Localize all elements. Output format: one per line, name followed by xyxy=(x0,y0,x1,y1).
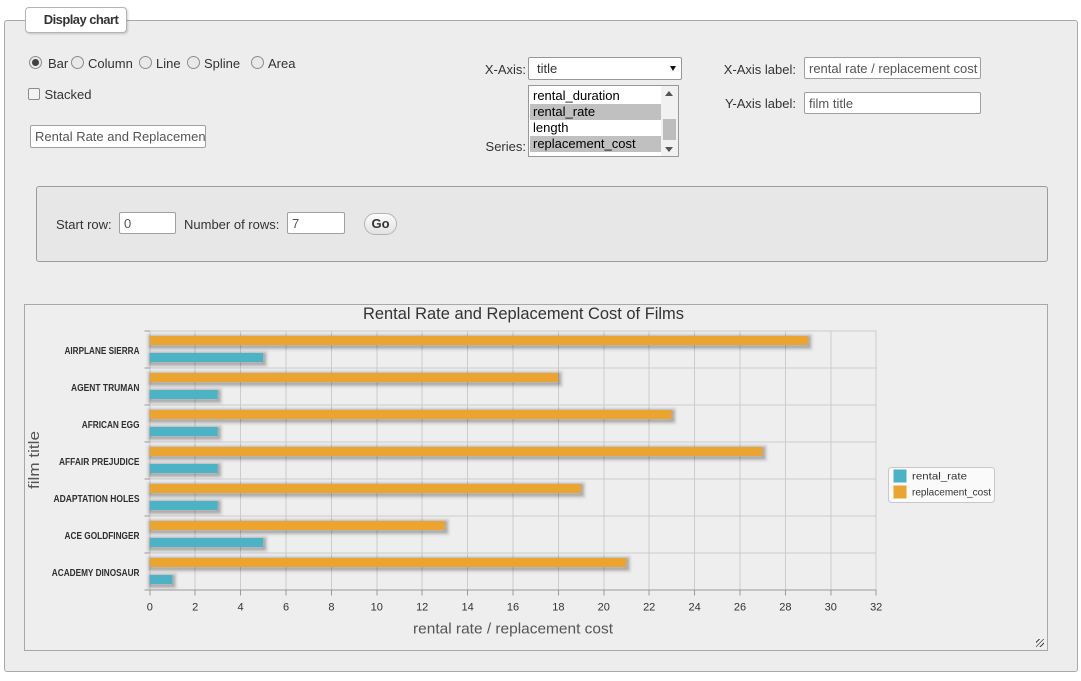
svg-text:24: 24 xyxy=(688,601,700,613)
svg-text:film title: film title xyxy=(26,431,43,489)
svg-text:ACADEMY DINOSAUR: ACADEMY DINOSAUR xyxy=(52,568,140,579)
svg-text:8: 8 xyxy=(328,601,334,613)
svg-text:AFRICAN EGG: AFRICAN EGG xyxy=(82,420,140,431)
svg-text:AIRPLANE SIERRA: AIRPLANE SIERRA xyxy=(65,346,140,357)
svg-text:26: 26 xyxy=(734,601,746,613)
svg-text:32: 32 xyxy=(870,601,882,613)
svg-text:28: 28 xyxy=(779,601,791,613)
svg-text:rental_rate: rental_rate xyxy=(912,471,967,483)
svg-text:12: 12 xyxy=(416,601,428,613)
svg-text:18: 18 xyxy=(552,601,564,613)
svg-text:4: 4 xyxy=(238,601,244,613)
svg-text:rental rate / replacement cost: rental rate / replacement cost xyxy=(413,621,614,638)
svg-text:ADAPTATION HOLES: ADAPTATION HOLES xyxy=(54,494,140,505)
svg-text:0: 0 xyxy=(147,601,153,613)
svg-text:Rental Rate and Replacement Co: Rental Rate and Replacement Cost of Film… xyxy=(363,305,684,323)
svg-text:20: 20 xyxy=(598,601,610,613)
svg-text:AFFAIR PREJUDICE: AFFAIR PREJUDICE xyxy=(59,457,140,468)
svg-text:10: 10 xyxy=(371,601,383,613)
svg-text:6: 6 xyxy=(283,601,289,613)
svg-text:ACE GOLDFINGER: ACE GOLDFINGER xyxy=(65,531,141,542)
svg-text:AGENT TRUMAN: AGENT TRUMAN xyxy=(71,383,140,394)
svg-text:22: 22 xyxy=(643,601,655,613)
svg-text:16: 16 xyxy=(507,601,519,613)
svg-text:30: 30 xyxy=(825,601,837,613)
svg-text:replacement_cost: replacement_cost xyxy=(912,487,991,499)
svg-text:14: 14 xyxy=(461,601,473,613)
svg-text:2: 2 xyxy=(192,601,198,613)
